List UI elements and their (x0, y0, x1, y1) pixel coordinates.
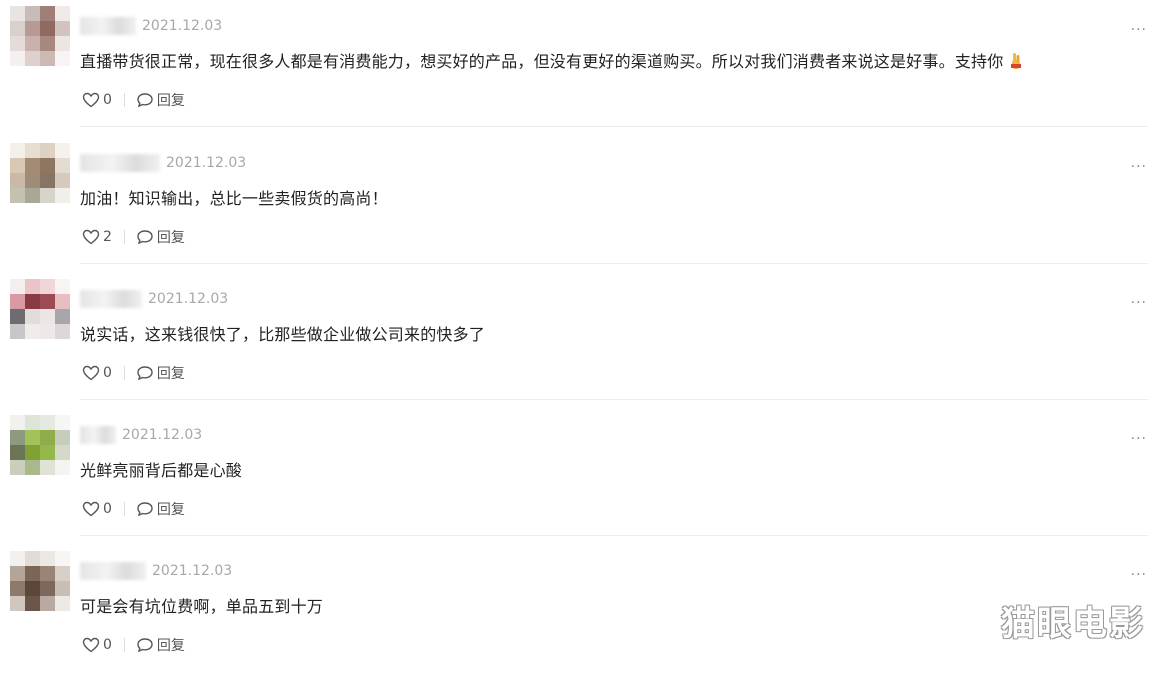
more-options-icon[interactable]: ··· (1131, 567, 1147, 583)
like-count: 2 (103, 229, 112, 245)
comment-divider (80, 263, 1148, 264)
comment-item: 2021.12.03 可是会有坑位费啊，单品五到十万 ··· 0 回复 (0, 545, 1165, 681)
comment-meta: 2021.12.03 (80, 289, 228, 309)
avatar[interactable] (10, 143, 70, 203)
speech-bubble-icon (137, 502, 153, 517)
comment-date: 2021.12.03 (166, 155, 247, 171)
username-blurred[interactable] (80, 562, 146, 580)
comment-text: 加油！知识输出，总比一些卖假货的高尚！ (80, 189, 388, 208)
comment-actions: 0 回复 (82, 363, 185, 383)
speech-bubble-icon (137, 366, 153, 381)
like-button[interactable]: 0 (82, 501, 112, 517)
comment-date: 2021.12.03 (122, 427, 203, 443)
more-options-icon[interactable]: ··· (1131, 295, 1147, 311)
heart-icon (82, 92, 100, 108)
comment-date: 2021.12.03 (152, 563, 233, 579)
reply-label: 回复 (156, 502, 185, 518)
comment-divider (80, 535, 1148, 536)
more-options-icon[interactable]: ··· (1131, 22, 1147, 38)
more-options-icon[interactable]: ··· (1131, 431, 1147, 447)
like-button[interactable]: 0 (82, 365, 112, 381)
comment-text: 直播带货很正常，现在很多人都是有消费能力，想买好的产品，但没有更好的渠道购买。所… (80, 48, 1023, 72)
comment-divider (80, 126, 1148, 127)
like-count: 0 (103, 637, 112, 653)
reply-button[interactable]: 回复 (136, 499, 185, 519)
watermark-logo: 猫眼电影 (1001, 604, 1145, 644)
reply-button[interactable]: 回复 (136, 363, 185, 383)
action-separator (123, 366, 125, 380)
comment-item: 2021.12.03 说实话，这来钱很快了，比那些做企业做公司来的快多了 ···… (0, 273, 1165, 409)
comment-actions: 2 回复 (82, 227, 185, 247)
reply-label: 回复 (156, 638, 185, 654)
reply-button[interactable]: 回复 (136, 635, 185, 655)
like-count: 0 (103, 92, 112, 108)
heart-icon (82, 637, 100, 653)
speech-bubble-icon (137, 93, 153, 108)
comment-meta: 2021.12.03 (80, 16, 222, 36)
comment-item: 2021.12.03 加油！知识输出，总比一些卖假货的高尚！ ··· 2 回复 (0, 137, 1165, 273)
avatar[interactable] (10, 279, 70, 339)
speech-bubble-icon (137, 638, 153, 653)
action-separator (123, 502, 125, 516)
comment-text: 光鲜亮丽背后都是心酸 (80, 461, 243, 480)
action-separator (123, 230, 125, 244)
like-count: 0 (103, 501, 112, 517)
username-blurred[interactable] (80, 426, 116, 444)
comment-text: 说实话，这来钱很快了，比那些做企业做公司来的快多了 (80, 325, 486, 344)
comment-text-content: 直播带货很正常，现在很多人都是有消费能力，想买好的产品，但没有更好的渠道购买。所… (80, 52, 1004, 71)
avatar[interactable] (10, 415, 70, 475)
reply-label: 回复 (156, 93, 185, 109)
speech-bubble-icon (137, 230, 153, 245)
reply-label: 回复 (156, 230, 185, 246)
username-blurred[interactable] (80, 17, 136, 35)
reply-label: 回复 (156, 366, 185, 382)
like-button[interactable]: 0 (82, 637, 112, 653)
comment-actions: 0 回复 (82, 499, 185, 519)
username-blurred[interactable] (80, 154, 160, 172)
avatar[interactable] (10, 551, 70, 611)
comment-actions: 0 回复 (82, 90, 185, 110)
comment-date: 2021.12.03 (148, 291, 229, 307)
more-options-icon[interactable]: ··· (1131, 159, 1147, 175)
comment-meta: 2021.12.03 (80, 561, 232, 581)
like-count: 0 (103, 365, 112, 381)
like-button[interactable]: 2 (82, 229, 112, 245)
comment-actions: 0 回复 (82, 635, 185, 655)
heart-icon (82, 229, 100, 245)
comment-text: 可是会有坑位费啊，单品五到十万 (80, 597, 324, 616)
action-separator (123, 93, 125, 107)
reply-button[interactable]: 回复 (136, 90, 185, 110)
comment-meta: 2021.12.03 (80, 153, 246, 173)
avatar[interactable] (10, 6, 70, 66)
comment-date: 2021.12.03 (142, 18, 223, 34)
ok-hand-emoji-icon (1011, 53, 1022, 69)
action-separator (123, 638, 125, 652)
heart-icon (82, 501, 100, 517)
reply-button[interactable]: 回复 (136, 227, 185, 247)
comment-divider (80, 399, 1148, 400)
comment-item: 2021.12.03 光鲜亮丽背后都是心酸 ··· 0 回复 (0, 409, 1165, 545)
like-button[interactable]: 0 (82, 92, 112, 108)
heart-icon (82, 365, 100, 381)
comment-item: 2021.12.03 直播带货很正常，现在很多人都是有消费能力，想买好的产品，但… (0, 0, 1165, 136)
username-blurred[interactable] (80, 290, 142, 308)
comment-meta: 2021.12.03 (80, 425, 202, 445)
